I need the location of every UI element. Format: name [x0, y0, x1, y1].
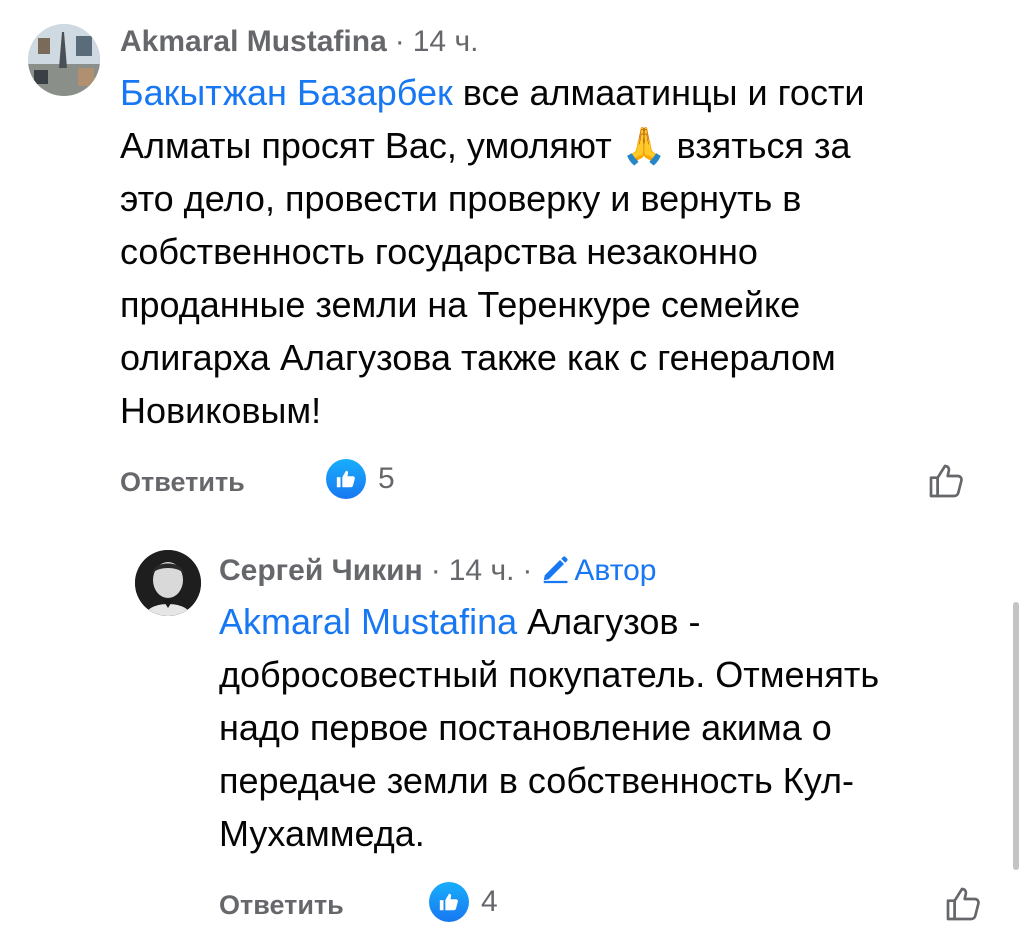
reactions-summary[interactable]: 5 — [326, 459, 395, 499]
separator: · — [522, 554, 533, 587]
author-badge: Автор — [540, 550, 656, 589]
pray-emoji: 🙏 — [621, 125, 667, 166]
author-name[interactable]: Сергей Чикин — [219, 553, 423, 589]
like-count: 5 — [378, 462, 395, 495]
comment-text-line: проданные земли на Теренкуре семейке — [120, 284, 801, 325]
reply-button[interactable]: Ответить — [120, 467, 245, 498]
like-reaction-icon — [429, 882, 469, 922]
comment-header: Сергей Чикин · 14 ч. · Автор — [219, 550, 1009, 589]
scrollbar[interactable] — [1013, 602, 1019, 870]
comment-text-line: все алмаатинцы и гости — [452, 72, 865, 113]
comment-text-line: собственность государства незаконно — [120, 231, 758, 272]
reply-comment: Сергей Чикин · 14 ч. · Автор Akmaral Mus… — [135, 550, 1009, 932]
separator: · — [430, 554, 441, 587]
mention-link[interactable]: Akmaral Mustafina — [219, 601, 517, 642]
comment-actions: Ответить 4 — [219, 882, 1009, 932]
comment-text-line: надо первое постановление акима о — [219, 707, 832, 748]
author-name[interactable]: Akmaral Mustafina — [120, 24, 387, 60]
separator: · — [394, 25, 405, 58]
comment-text-line: Алагузов - — [517, 601, 701, 642]
reply-button[interactable]: Ответить — [219, 890, 344, 921]
comment-text: Бакытжан Базарбек все алмаатинцы и гости… — [120, 66, 1000, 437]
comment-text-line: взяться за — [666, 125, 851, 166]
mention-link[interactable]: Бакытжан Базарбек — [120, 72, 453, 113]
comment-time[interactable]: 14 ч. — [449, 553, 515, 589]
comment-text: Akmaral Mustafina Алагузов - добросовест… — [219, 595, 1009, 860]
comment-text-line: Алматы просят Вас, умоляют — [120, 125, 622, 166]
comment-time[interactable]: 14 ч. — [413, 24, 479, 60]
comment-text-line: Мухаммеда. — [219, 813, 425, 854]
avatar[interactable] — [28, 24, 100, 96]
comment-text-line: передаче земли в собственность Кул- — [219, 760, 854, 801]
reactions-summary[interactable]: 4 — [429, 882, 498, 922]
comment-header: Akmaral Mustafina · 14 ч. — [120, 24, 1000, 60]
comment-text-line: Новиковым! — [120, 390, 322, 431]
comment: Akmaral Mustafina · 14 ч. Бакытжан Базар… — [28, 24, 1000, 509]
comment-text-line: олигарха Алагузова также как с генералом — [120, 337, 836, 378]
like-reaction-icon — [326, 459, 366, 499]
like-button-icon[interactable] — [926, 461, 966, 506]
comment-text-line: добросовестный покупатель. Отменять — [219, 654, 880, 695]
like-count: 4 — [481, 885, 498, 918]
like-button-icon[interactable] — [943, 884, 983, 929]
author-badge-label: Автор — [574, 554, 657, 587]
comment-text-line: это дело, провести проверку и вернуть в — [120, 178, 802, 219]
pencil-icon — [544, 556, 568, 584]
comments-thread: Akmaral Mustafina · 14 ч. Бакытжан Базар… — [0, 0, 1024, 952]
comment-actions: Ответить 5 — [120, 459, 1000, 509]
avatar[interactable] — [135, 550, 201, 616]
